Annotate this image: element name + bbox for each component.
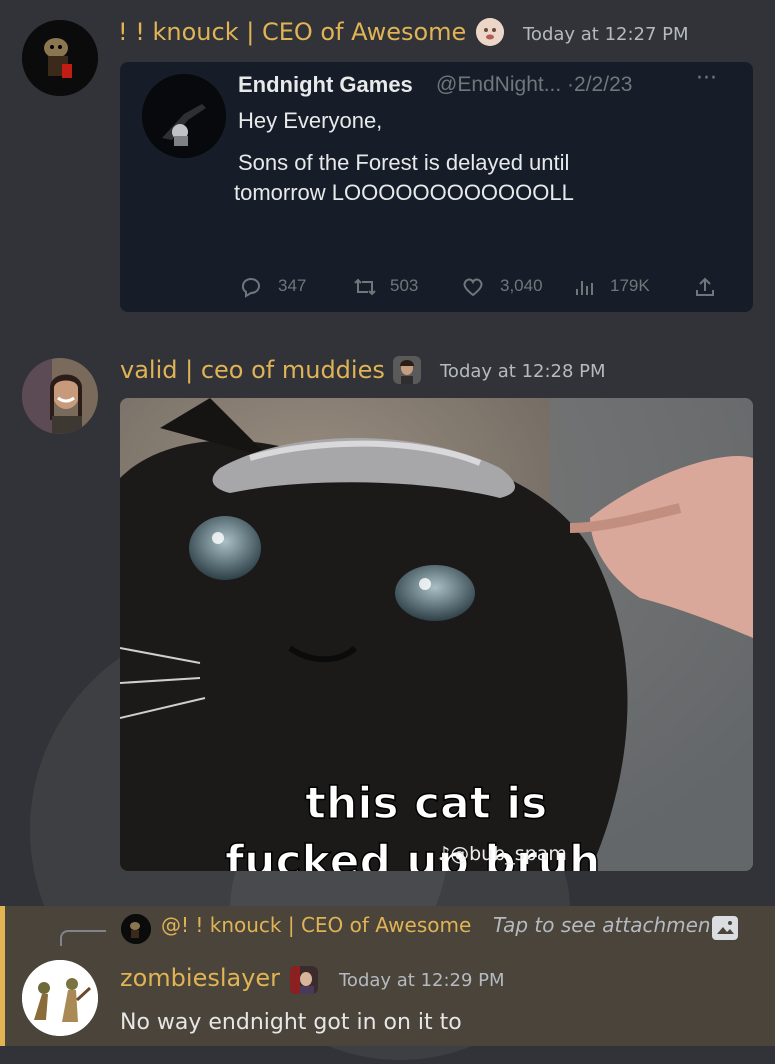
- username[interactable]: valid | ceo of muddies: [120, 356, 385, 384]
- tweet-author-handle: @EndNight... ·2/2/23: [436, 73, 633, 96]
- views-count: 179K: [610, 276, 650, 295]
- share-icon[interactable]: [692, 274, 718, 300]
- tweet-line: Hey Everyone,: [238, 108, 383, 133]
- like-count: 3,040: [500, 276, 543, 295]
- timestamp: Today at 12:28 PM: [440, 361, 606, 382]
- username[interactable]: ! ! knouck | CEO of Awesome: [118, 18, 466, 46]
- reply-icon[interactable]: [238, 274, 264, 300]
- like-icon[interactable]: [460, 274, 486, 300]
- reply-hint[interactable]: Tap to see attachment: [493, 913, 711, 937]
- image-caption: this cat is: [305, 778, 547, 829]
- message-knouck: ! ! knouck | CEO of Awesome Today at 12:…: [0, 0, 775, 330]
- role-icon: [290, 966, 318, 994]
- avatar[interactable]: [22, 20, 98, 96]
- username[interactable]: zombieslayer: [120, 964, 280, 992]
- reply-avatar[interactable]: [121, 914, 151, 944]
- image-attachment[interactable]: this cat is fucked up bruh ♪@bub_spam: [120, 398, 753, 871]
- image-icon: [712, 916, 738, 940]
- reply-mention[interactable]: @! ! knouck | CEO of Awesome: [161, 913, 471, 937]
- reply-count: 347: [278, 276, 307, 295]
- reply-connector: [60, 930, 106, 946]
- retweet-icon[interactable]: [352, 274, 378, 300]
- timestamp: Today at 12:27 PM: [523, 24, 689, 45]
- retweet-count: 503: [390, 276, 419, 295]
- tweet-author-name: Endnight Games: [238, 72, 413, 97]
- message-zombieslayer: @! ! knouck | CEO of Awesome Tap to see …: [0, 906, 775, 1046]
- image-watermark: ♪@bub_spam: [438, 843, 567, 865]
- views-icon[interactable]: [572, 274, 598, 300]
- tweet-line: tomorrow LOOOOOOOOOOOOLL: [234, 180, 574, 205]
- tweet-author-avatar: [142, 74, 226, 158]
- highlight-bar: [0, 906, 5, 1046]
- avatar[interactable]: [22, 960, 98, 1036]
- message-text: No way endnight got in on it to: [120, 1010, 462, 1035]
- avatar[interactable]: [22, 358, 98, 434]
- role-icon: [476, 18, 504, 46]
- more-icon[interactable]: ···: [696, 66, 717, 91]
- role-icon: [393, 356, 421, 384]
- timestamp: Today at 12:29 PM: [339, 970, 505, 991]
- tweet-embed[interactable]: Endnight Games @EndNight... ·2/2/23 ··· …: [120, 62, 753, 312]
- tweet-line: Sons of the Forest is delayed until: [238, 150, 570, 175]
